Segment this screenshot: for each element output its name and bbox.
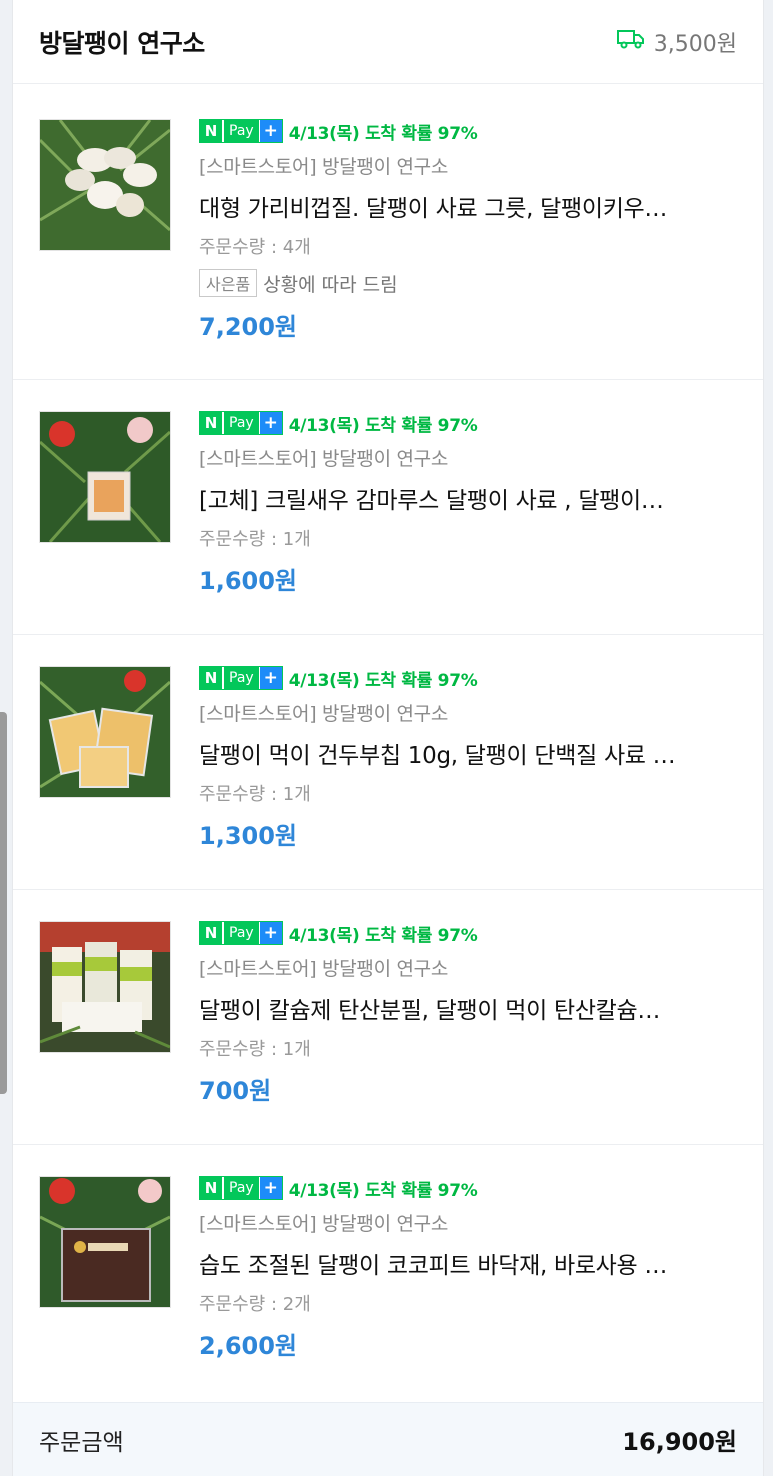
product-image[interactable] [39, 411, 171, 543]
product-title[interactable]: 대형 가리비껍질. 달팽이 사료 그릇, 달팽이키우… [199, 189, 739, 223]
item-price: 700원 [199, 1077, 272, 1105]
seller-name: [스마트스토어] 방달팽이 연구소 [199, 1213, 449, 1235]
plus-icon: + [258, 922, 282, 944]
order-quantity: 주문수량 : 2개 [199, 1294, 311, 1315]
order-total-label: 주문금액 [39, 1429, 124, 1456]
order-item[interactable]: N Pay + 4/13(목) 도착 확률 97% [스마트스토어] 방달팽이 … [13, 380, 763, 635]
item-info: N Pay + 4/13(목) 도착 확률 97% [스마트스토어] 방달팽이 … [199, 665, 743, 851]
item-info: N Pay + 4/13(목) 도착 확률 97% [스마트스토어] 방달팽이 … [199, 410, 743, 596]
product-image[interactable] [39, 921, 171, 1053]
npay-pay-label: Pay [222, 667, 259, 689]
npay-plus-badge: N Pay + [199, 119, 283, 143]
gift-text: 상황에 따라 드림 [263, 273, 398, 296]
seller-name: [스마트스토어] 방달팽이 연구소 [199, 703, 449, 725]
item-price: 2,600원 [199, 1332, 297, 1360]
shipping-fee: 3,500원 [616, 26, 737, 58]
order-store-card: 방달팽이 연구소 3,500원 N Pay + 4/13(목) 도착 확률 97… [12, 0, 764, 1476]
npay-n-logo: N [200, 667, 222, 689]
delivery-badge-row: N Pay + 4/13(목) 도착 확률 97% [199, 118, 743, 144]
plus-icon: + [258, 667, 282, 689]
gift-row: 사은품 상황에 따라 드림 [199, 269, 743, 297]
shipping-fee-value: 3,500원 [653, 31, 737, 57]
delivery-truck-icon [616, 28, 646, 56]
plus-icon: + [258, 1177, 282, 1199]
item-info: N Pay + 4/13(목) 도착 확률 97% [스마트스토어] 방달팽이 … [199, 118, 743, 342]
plus-icon: + [258, 412, 282, 434]
item-price: 7,200원 [199, 313, 297, 341]
arrival-estimate: 4/13(목) 도착 확률 97% [288, 925, 478, 946]
item-price: 1,300원 [199, 822, 297, 850]
npay-plus-badge: N Pay + [199, 411, 283, 435]
order-total-amount: 16,900원 [622, 1428, 737, 1456]
npay-pay-label: Pay [222, 1177, 259, 1199]
arrival-estimate: 4/13(목) 도착 확률 97% [288, 123, 478, 144]
npay-pay-label: Pay [222, 120, 259, 142]
npay-plus-badge: N Pay + [199, 1176, 283, 1200]
npay-plus-badge: N Pay + [199, 921, 283, 945]
seller-name: [스마트스토어] 방달팽이 연구소 [199, 156, 449, 178]
store-header: 방달팽이 연구소 3,500원 [13, 0, 763, 84]
order-item[interactable]: N Pay + 4/13(목) 도착 확률 97% [스마트스토어] 방달팽이 … [13, 84, 763, 380]
delivery-badge-row: N Pay + 4/13(목) 도착 확률 97% [199, 410, 743, 436]
order-item[interactable]: N Pay + 4/13(목) 도착 확률 97% [스마트스토어] 방달팽이 … [13, 890, 763, 1145]
arrival-estimate: 4/13(목) 도착 확률 97% [288, 415, 478, 436]
order-item[interactable]: N Pay + 4/13(목) 도착 확률 97% [스마트스토어] 방달팽이 … [13, 635, 763, 890]
delivery-badge-row: N Pay + 4/13(목) 도착 확률 97% [199, 920, 743, 946]
npay-n-logo: N [200, 120, 222, 142]
plus-icon: + [258, 120, 282, 142]
order-quantity: 주문수량 : 1개 [199, 784, 311, 805]
order-quantity: 주문수량 : 1개 [199, 529, 311, 550]
delivery-badge-row: N Pay + 4/13(목) 도착 확률 97% [199, 665, 743, 691]
product-title[interactable]: [고체] 크릴새우 감마루스 달팽이 사료 , 달팽이… [199, 481, 739, 515]
product-title[interactable]: 습도 조절된 달팽이 코코피트 바닥재, 바로사용 … [199, 1246, 739, 1280]
npay-pay-label: Pay [222, 922, 259, 944]
product-title[interactable]: 달팽이 먹이 건두부칩 10g, 달팽이 단백질 사료 … [199, 736, 739, 770]
product-image[interactable] [39, 1176, 171, 1308]
item-info: N Pay + 4/13(목) 도착 확률 97% [스마트스토어] 방달팽이 … [199, 920, 743, 1106]
order-total-bar: 주문금액 16,900원 [13, 1402, 763, 1476]
npay-n-logo: N [200, 922, 222, 944]
npay-n-logo: N [200, 1177, 222, 1199]
arrival-estimate: 4/13(목) 도착 확률 97% [288, 1180, 478, 1201]
seller-name: [스마트스토어] 방달팽이 연구소 [199, 958, 449, 980]
arrival-estimate: 4/13(목) 도착 확률 97% [288, 670, 478, 691]
item-info: N Pay + 4/13(목) 도착 확률 97% [스마트스토어] 방달팽이 … [199, 1175, 743, 1361]
npay-n-logo: N [200, 412, 222, 434]
product-image[interactable] [39, 666, 171, 798]
scrollbar[interactable] [0, 712, 7, 1094]
npay-plus-badge: N Pay + [199, 666, 283, 690]
seller-name: [스마트스토어] 방달팽이 연구소 [199, 448, 449, 470]
product-title[interactable]: 달팽이 칼슘제 탄산분필, 달팽이 먹이 탄산칼슘… [199, 991, 739, 1025]
item-price: 1,600원 [199, 567, 297, 595]
delivery-badge-row: N Pay + 4/13(목) 도착 확률 97% [199, 1175, 743, 1201]
gift-tag: 사은품 [199, 269, 258, 297]
npay-pay-label: Pay [222, 412, 259, 434]
order-quantity: 주문수량 : 1개 [199, 1039, 311, 1060]
store-name[interactable]: 방달팽이 연구소 [39, 24, 205, 60]
order-quantity: 주문수량 : 4개 [199, 237, 311, 258]
product-image[interactable] [39, 119, 171, 251]
order-item[interactable]: N Pay + 4/13(목) 도착 확률 97% [스마트스토어] 방달팽이 … [13, 1145, 763, 1400]
